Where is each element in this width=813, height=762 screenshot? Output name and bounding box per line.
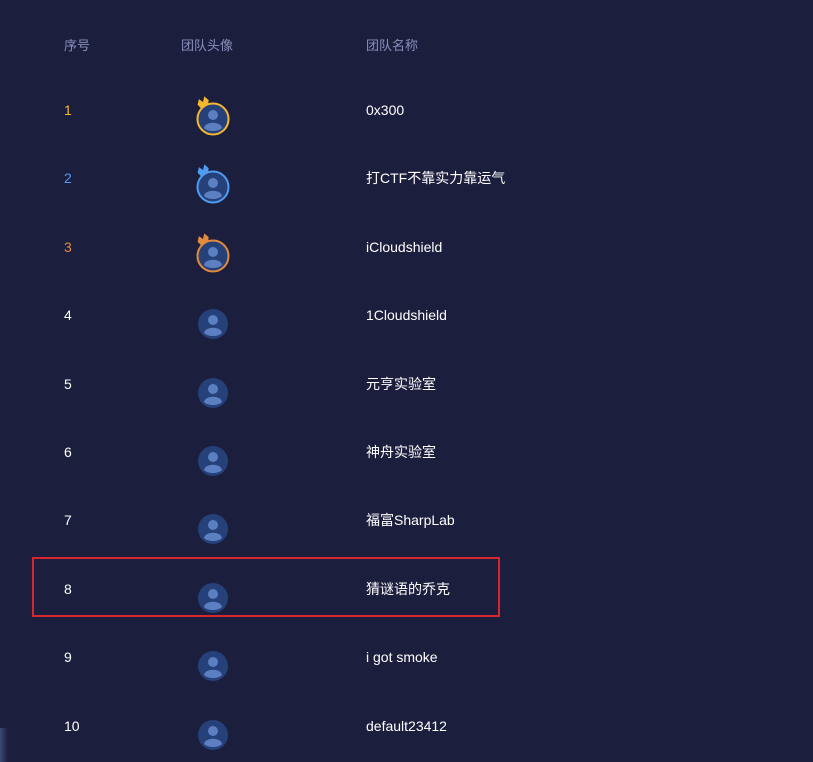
team-rank: 2 xyxy=(64,170,72,187)
team-list: 1 0x300 2 打CTF不靠实力靠运气 3 iCloudshield 4 1Cloudsh… xyxy=(0,76,813,760)
team-rank: 4 xyxy=(64,307,72,324)
edge-decoration xyxy=(0,728,8,762)
team-name[interactable]: 福富SharpLab xyxy=(366,486,455,554)
team-avatar xyxy=(192,368,228,408)
team-row[interactable]: 7 福富SharpLab xyxy=(0,486,813,554)
team-rank: 1 xyxy=(64,102,72,118)
team-rank: 3 xyxy=(64,238,72,255)
team-row[interactable]: 5 元亨实验室 xyxy=(0,350,813,418)
team-avatar xyxy=(192,436,228,476)
team-row[interactable]: 8 猜谜语的乔克 xyxy=(0,555,813,623)
team-name[interactable]: 神舟实验室 xyxy=(366,418,436,486)
team-row[interactable]: 4 1Cloudshield xyxy=(0,281,813,349)
team-rank: 10 xyxy=(64,717,80,734)
team-avatar xyxy=(192,299,228,340)
team-name[interactable]: 猜谜语的乔克 xyxy=(366,555,450,623)
team-rank: 8 xyxy=(64,580,72,597)
team-row[interactable]: 2 打CTF不靠实力靠运气 xyxy=(0,144,813,212)
team-avatar xyxy=(192,641,228,682)
team-avatar xyxy=(192,504,228,545)
team-row[interactable]: 9 i got smoke xyxy=(0,623,813,691)
team-rank: 7 xyxy=(64,512,72,529)
team-row[interactable]: 3 iCloudshield xyxy=(0,213,813,281)
team-name[interactable]: default23412 xyxy=(366,692,447,760)
header-team-name: 团队名称 xyxy=(366,38,419,53)
team-avatar xyxy=(192,710,228,750)
header-avatar: 团队头像 xyxy=(181,38,234,53)
team-name[interactable]: iCloudshield xyxy=(366,213,442,281)
team-avatar-silver-crown xyxy=(192,162,230,204)
team-name[interactable]: 1Cloudshield xyxy=(366,281,447,349)
ranking-page: 序号 团队头像 团队名称 1 0x300 2 打CTF不靠实力靠运气 3 iCloudsh… xyxy=(0,0,813,762)
team-rank: 5 xyxy=(64,375,72,392)
team-avatar-gold-crown xyxy=(192,94,230,136)
team-name[interactable]: 0x300 xyxy=(366,76,404,144)
team-rank: 6 xyxy=(64,443,72,460)
table-header: 序号 团队头像 团队名称 xyxy=(0,36,813,56)
team-avatar-bronze-crown xyxy=(192,231,230,273)
team-name[interactable]: i got smoke xyxy=(366,623,438,691)
team-row[interactable]: 10 default23412 xyxy=(0,692,813,760)
team-avatar xyxy=(192,573,228,613)
header-rank: 序号 xyxy=(64,38,91,53)
team-name[interactable]: 元亨实验室 xyxy=(366,350,436,418)
team-row[interactable]: 1 0x300 xyxy=(0,76,813,144)
team-rank: 9 xyxy=(64,649,72,666)
team-name[interactable]: 打CTF不靠实力靠运气 xyxy=(366,144,505,212)
team-row[interactable]: 6 神舟实验室 xyxy=(0,418,813,486)
